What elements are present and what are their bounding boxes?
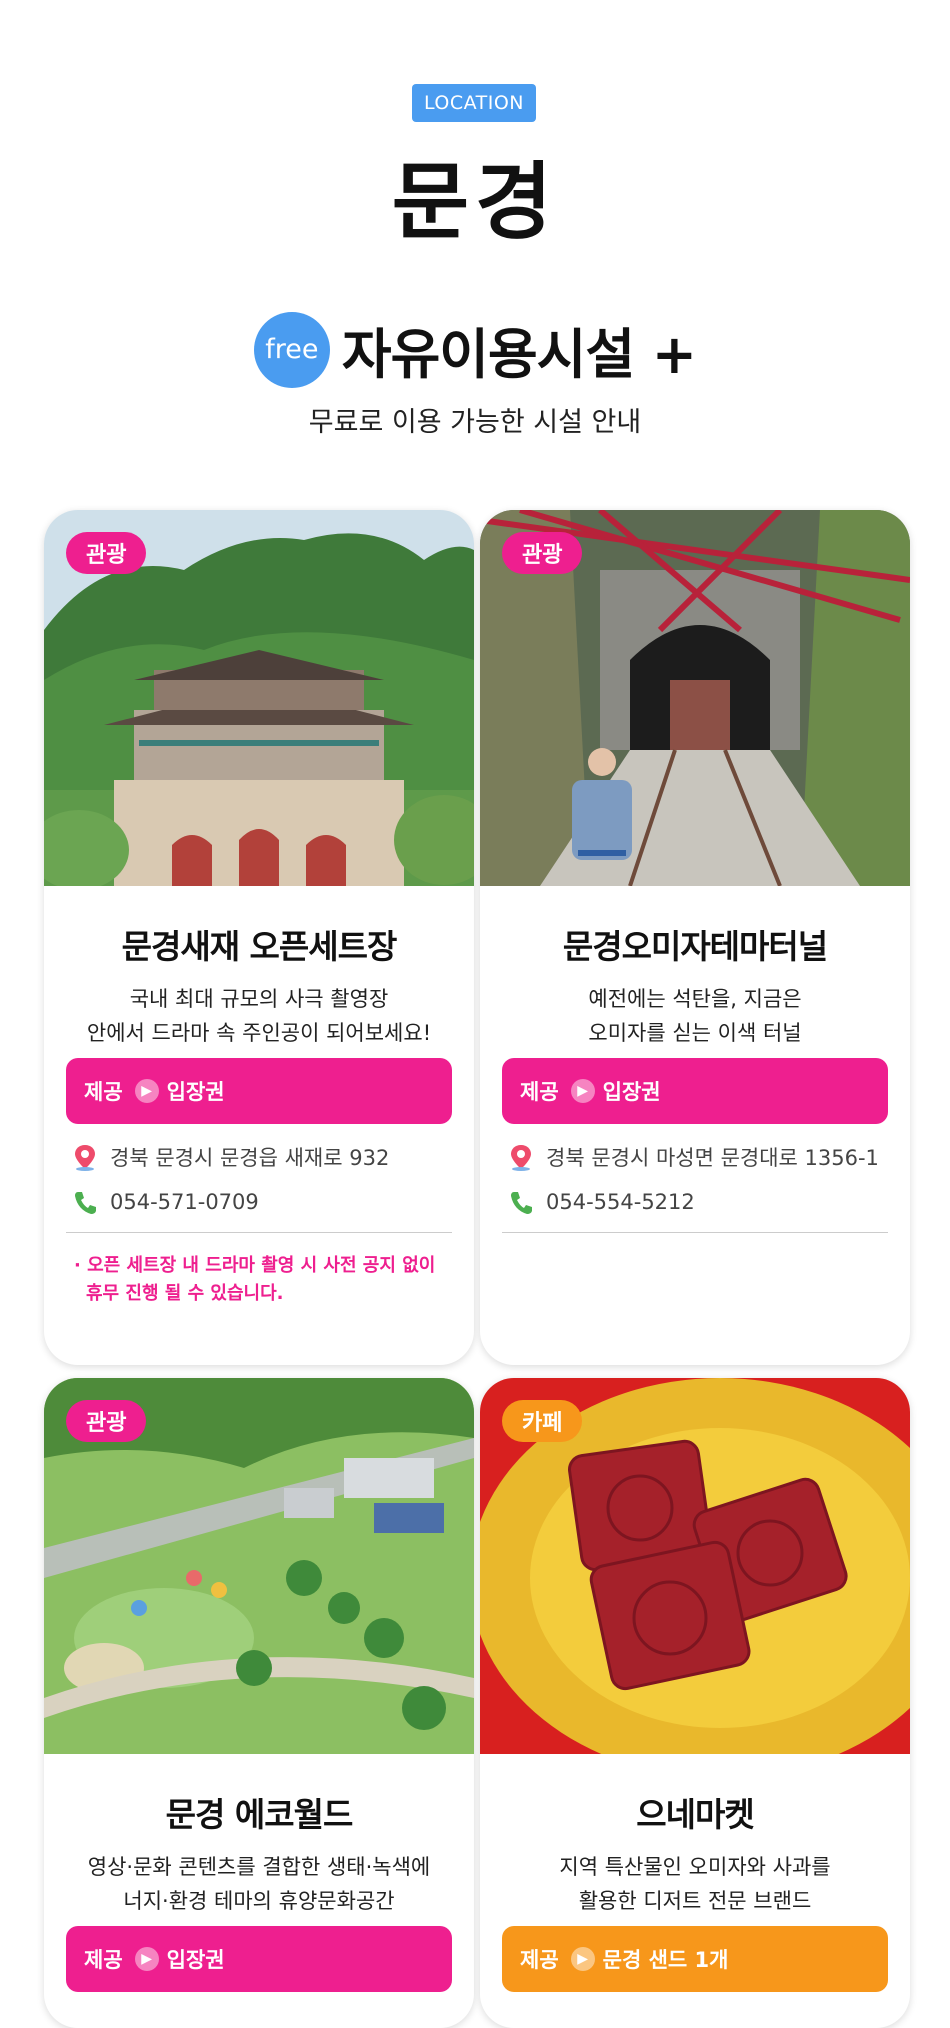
description-line: 지역 특산물인 오미자와 사과를 [559, 1855, 831, 1879]
provide-value: 입장권 [166, 1948, 225, 1972]
facility-card-mungyeong-saejae[interactable]: 관광 문경새재 오픈세트장 국내 최대 규모의 사극 촬영장 안에서 드라마 속… [44, 510, 474, 1365]
free-badge: free [253, 311, 330, 388]
provide-bar[interactable]: 제공 ▶ 문경 샌드 1개 [502, 1926, 888, 1992]
facility-card-omija-tunnel[interactable]: 관광 문경오미자테마터널 예전에는 석탄을, 지금은 오미자를 싣는 이색 터널… [480, 510, 910, 1365]
chevron-right-icon: ▶ [134, 1947, 159, 1971]
location-badge: LOCATION [412, 84, 536, 122]
facility-description: 영상·문화 콘텐츠를 결합한 생태·녹색에 너지·환경 테마의 휴양문화공간 [44, 1850, 474, 1918]
provide-value: 입장권 [166, 1080, 225, 1104]
phone-text: 054-554-5212 [546, 1190, 695, 1214]
divider [66, 1232, 452, 1233]
description-line: 안에서 드라마 속 주인공이 되어보세요! [86, 1021, 432, 1045]
section-title: 자유이용시설 + [341, 323, 697, 386]
category-badge: 관광 [502, 532, 583, 574]
facility-title: 문경오미자테마터널 [562, 927, 828, 966]
phone-text: 054-571-0709 [110, 1190, 259, 1214]
page-title: 문경 [391, 153, 559, 251]
provide-label: 제공 [520, 1948, 559, 1972]
address-row: 경북 문경시 마성면 문경대로 1356-1 [508, 1142, 879, 1172]
chevron-right-icon: ▶ [570, 1947, 595, 1971]
facility-title: 문경새재 오픈세트장 [121, 927, 398, 966]
phone-icon [511, 1192, 532, 1214]
provide-value: 입장권 [602, 1080, 661, 1104]
section-heading: free 자유이용시설 + [0, 310, 950, 389]
provide-label: 제공 [84, 1080, 123, 1104]
category-badge: 관광 [66, 532, 147, 574]
address-text: 경북 문경시 마성면 문경대로 1356-1 [546, 1146, 879, 1170]
chevron-right-icon: ▶ [570, 1079, 595, 1103]
facility-description: 예전에는 석탄을, 지금은 오미자를 싣는 이색 터널 [480, 982, 910, 1050]
description-line: 국내 최대 규모의 사극 촬영장 [129, 987, 389, 1011]
location-pin-icon [75, 1145, 95, 1171]
provide-bar[interactable]: 제공 ▶ 입장권 [66, 1926, 452, 1992]
provide-value: 문경 샌드 1개 [602, 1948, 729, 1972]
description-line: 너지·환경 테마의 휴양문화공간 [123, 1889, 395, 1913]
facility-card-eune-market[interactable]: 카페 으네마켓 지역 특산물인 오미자와 사과를 활용한 디저트 전문 브랜드 … [480, 1378, 910, 2028]
facility-description: 국내 최대 규모의 사극 촬영장 안에서 드라마 속 주인공이 되어보세요! [44, 982, 474, 1050]
description-line: 예전에는 석탄을, 지금은 [588, 987, 802, 1011]
provide-label: 제공 [520, 1080, 559, 1104]
address-row: 경북 문경시 문경읍 새재로 932 [72, 1142, 389, 1172]
chevron-right-icon: ▶ [134, 1079, 159, 1103]
provide-bar[interactable]: 제공 ▶ 입장권 [502, 1058, 888, 1124]
description-line: 활용한 디저트 전문 브랜드 [578, 1889, 812, 1913]
provide-label: 제공 [84, 1948, 123, 1972]
phone-icon [75, 1192, 96, 1214]
description-line: 영상·문화 콘텐츠를 결합한 생태·녹색에 [87, 1855, 431, 1879]
notice-line: 휴무 진행 될 수 있습니다. [86, 1283, 284, 1304]
location-pin-icon [511, 1145, 531, 1171]
phone-row[interactable]: 054-554-5212 [508, 1188, 695, 1216]
category-badge: 관광 [66, 1400, 147, 1442]
facility-title: 문경 에코월드 [165, 1795, 354, 1834]
divider [502, 1232, 888, 1233]
provide-bar[interactable]: 제공 ▶ 입장권 [66, 1058, 452, 1124]
notice-line: · 오픈 세트장 내 드라마 촬영 시 사전 공지 없이 [74, 1255, 436, 1276]
facility-description: 지역 특산물인 오미자와 사과를 활용한 디저트 전문 브랜드 [480, 1850, 910, 1918]
facility-card-ecoworld[interactable]: 관광 문경 에코월드 영상·문화 콘텐츠를 결합한 생태·녹색에 너지·환경 테… [44, 1378, 474, 2028]
phone-row[interactable]: 054-571-0709 [72, 1188, 259, 1216]
section-subtitle: 무료로 이용 가능한 시설 안내 [308, 407, 642, 438]
facility-title: 으네마켓 [636, 1795, 754, 1834]
address-text: 경북 문경시 문경읍 새재로 932 [110, 1146, 390, 1170]
category-badge: 카페 [502, 1400, 583, 1442]
notice-text: · 오픈 세트장 내 드라마 촬영 시 사전 공지 없이 휴무 진행 될 수 있… [74, 1252, 454, 1308]
description-line: 오미자를 싣는 이색 터널 [588, 1021, 802, 1045]
